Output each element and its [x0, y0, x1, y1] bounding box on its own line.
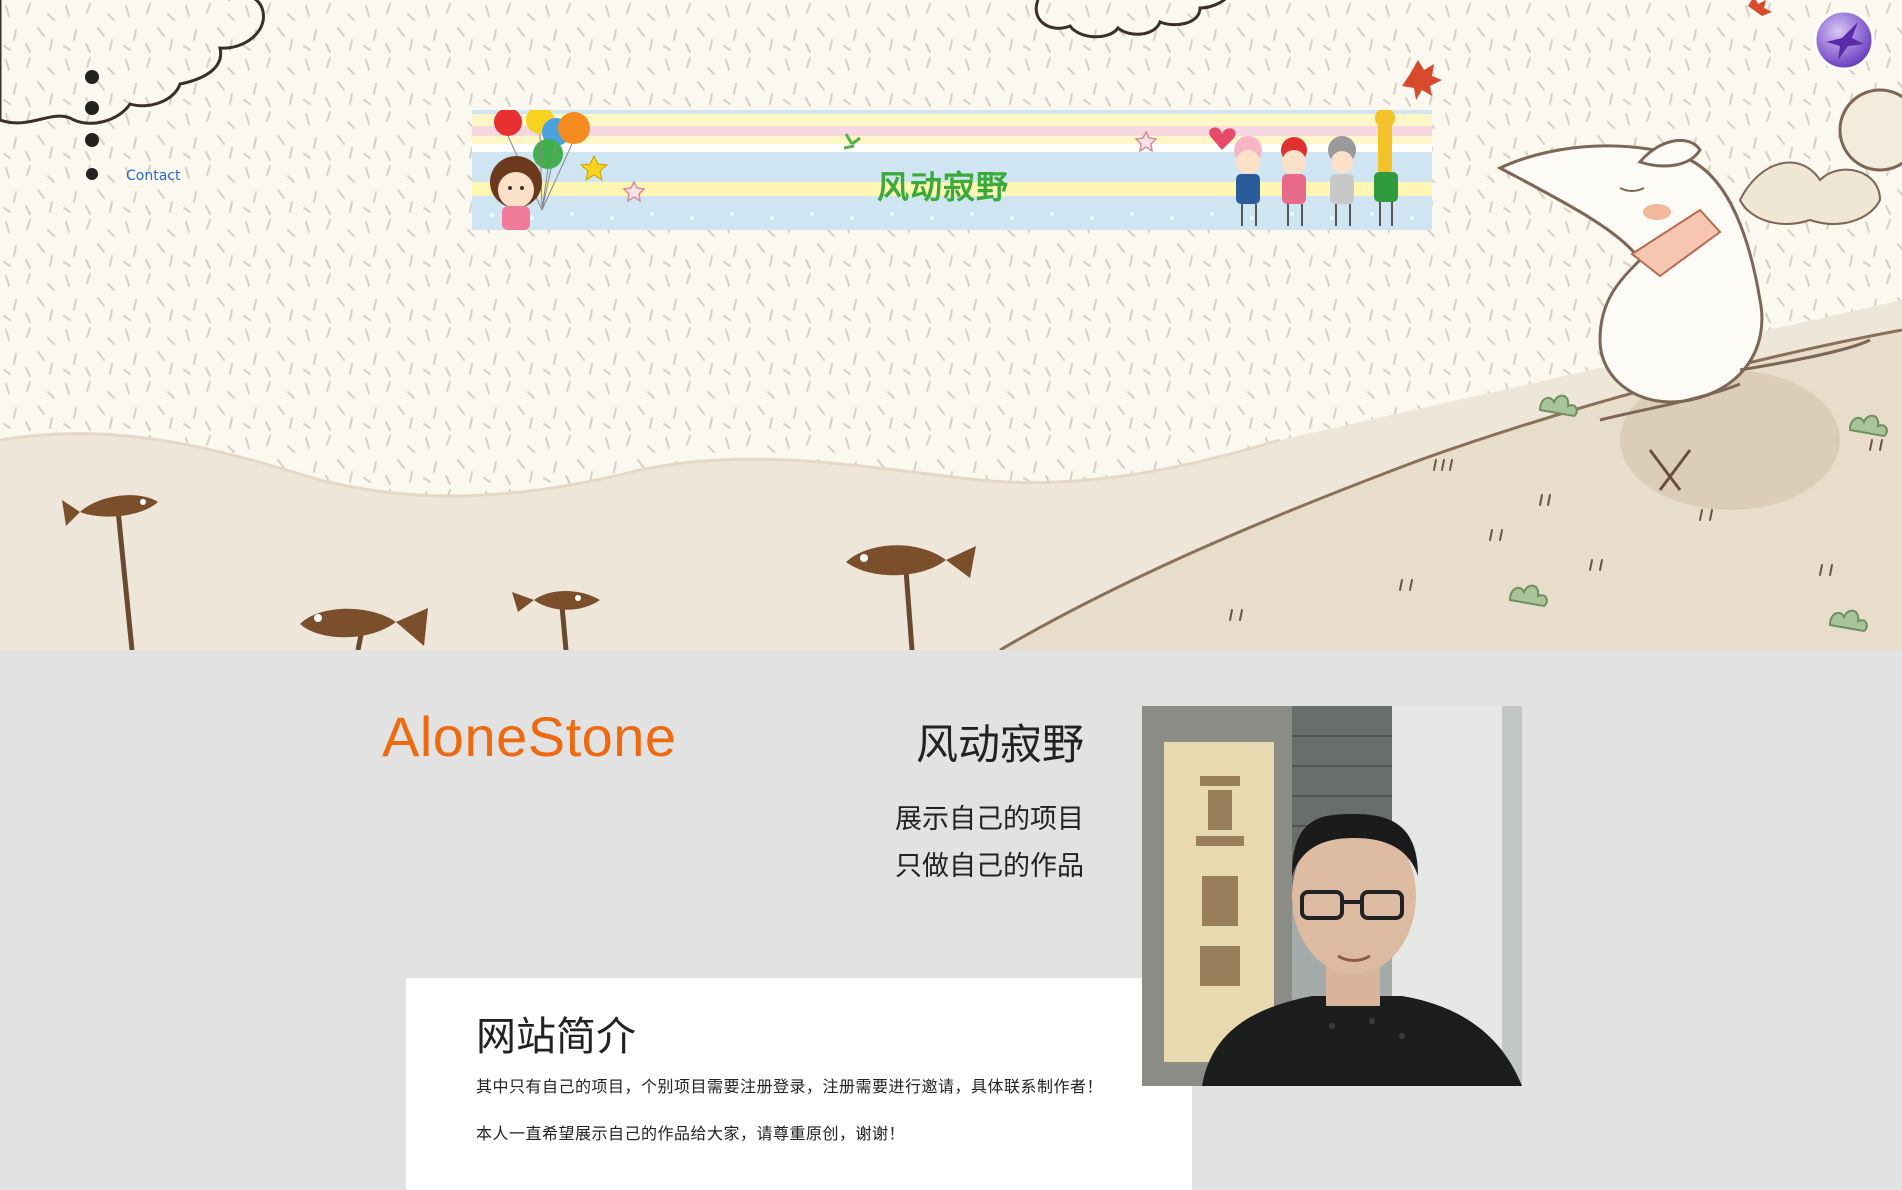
intro-paragraph-1: 其中只有自己的项目，个别项目需要注册登录，注册需要进行邀请，具体联系制作者！: [476, 1077, 1104, 1096]
tagline-block: 风动寂野 展示自己的项目 只做自己的作品: [895, 718, 1084, 892]
nav-dot-1[interactable]: [85, 70, 99, 84]
nav-dot-contact[interactable]: [86, 168, 98, 180]
intro-paragraph-2: 本人一直希望展示自己的作品给大家，请尊重原创，谢谢！: [476, 1124, 906, 1143]
tagline-line-2: 只做自己的作品: [895, 851, 1084, 882]
portrait-photo: [1142, 706, 1522, 1086]
author-name: 风动寂野: [915, 720, 1084, 769]
nav-dot-2[interactable]: [85, 101, 99, 115]
hero-background: [0, 0, 1902, 650]
hero-illustration: [0, 0, 1902, 650]
intro-heading: 网站简介: [476, 1014, 636, 1060]
nav-contact-link[interactable]: Contact: [126, 168, 180, 184]
tagline-line-1: 展示自己的项目: [895, 804, 1084, 835]
nav-dot-3[interactable]: [85, 133, 99, 147]
header-banner: 风动寂野: [472, 110, 1432, 230]
page: Contact 风动寂野 AloneStone 风动寂野 展示自己的项目 只做自…: [0, 0, 1902, 1190]
intro-card: 网站简介 其中只有自己的项目，个别项目需要注册登录，注册需要进行邀请，具体联系制…: [406, 978, 1192, 1190]
banner-title: 风动寂野: [877, 168, 1010, 206]
brand-name: AloneStone: [382, 705, 677, 768]
purple-bird-logo-icon[interactable]: [1812, 8, 1876, 72]
